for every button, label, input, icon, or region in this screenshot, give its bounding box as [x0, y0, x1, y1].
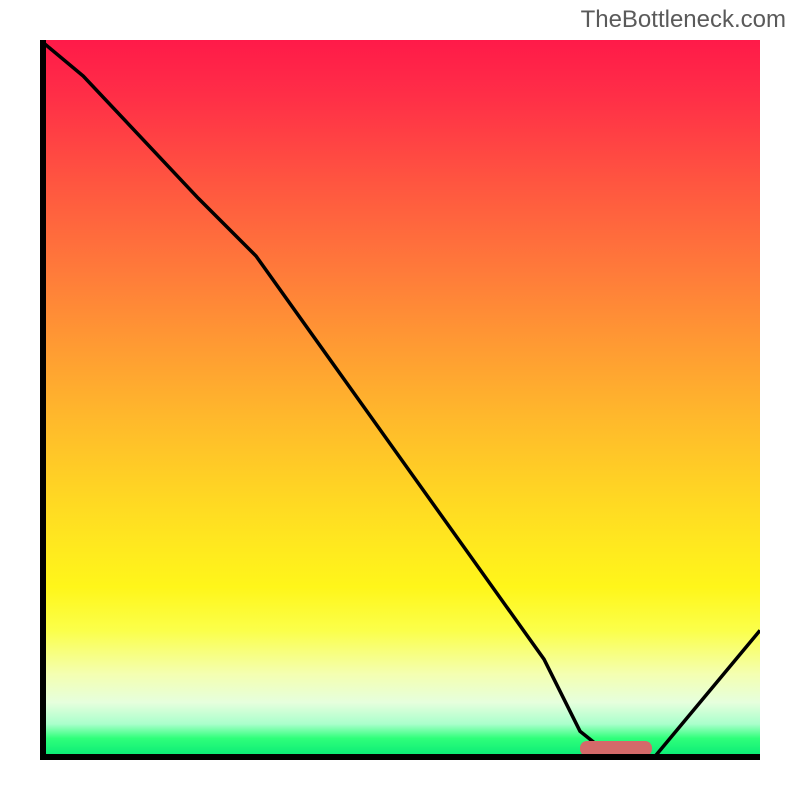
bottleneck-curve-path [40, 40, 760, 760]
watermark-text: TheBottleneck.com [581, 6, 786, 34]
plot-area [40, 40, 760, 760]
curve-svg [40, 40, 760, 760]
optimal-range-marker [580, 741, 652, 756]
